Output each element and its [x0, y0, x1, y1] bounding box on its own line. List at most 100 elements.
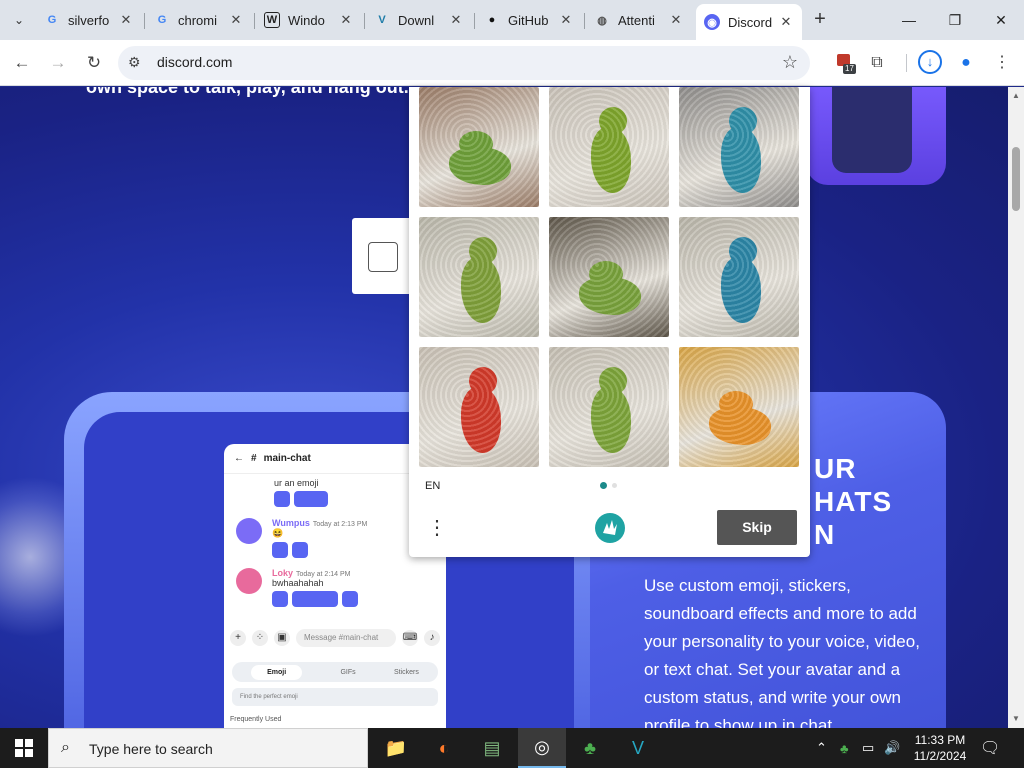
- url-text[interactable]: discord.com: [157, 54, 232, 70]
- page-dot-active: [600, 482, 607, 489]
- avatar: [236, 518, 262, 544]
- site-info-icon[interactable]: ⚙: [128, 54, 141, 71]
- reload-button[interactable]: ↻: [81, 50, 107, 76]
- scroll-down-icon[interactable]: ▼: [1012, 714, 1020, 723]
- profile-icon[interactable]: ●: [954, 51, 978, 75]
- browser-tab[interactable]: ◍ Attenti ✕: [586, 6, 692, 34]
- browser-tab[interactable]: W Windo ✕: [256, 6, 362, 34]
- forward-button[interactable]: →: [45, 50, 71, 76]
- page-scrollbar[interactable]: ▲ ▼: [1008, 87, 1024, 728]
- captcha-checkbox[interactable]: [368, 242, 398, 272]
- taskbar-search[interactable]: ⌕ Type here to search: [48, 728, 368, 768]
- tab-separator: [254, 13, 255, 29]
- tray-chevron-icon[interactable]: ⌃: [816, 728, 827, 768]
- volume-icon[interactable]: 🔊: [884, 728, 900, 768]
- tab-title: Attenti: [618, 12, 655, 28]
- browser-tab[interactable]: V Downl ✕: [366, 6, 472, 34]
- firefox-taskbar-icon[interactable]: ◐: [420, 728, 468, 768]
- captcha-image-tile[interactable]: [679, 347, 799, 467]
- noise-overlay: [549, 217, 669, 337]
- tab-close-icon[interactable]: ✕: [338, 12, 354, 28]
- bookmark-star-icon[interactable]: ☆: [782, 52, 798, 73]
- vs-app-taskbar-icon[interactable]: V: [614, 728, 662, 768]
- tab-close-icon[interactable]: ✕: [778, 14, 794, 30]
- people-app-taskbar-icon[interactable]: ♣: [566, 728, 614, 768]
- noise-overlay: [679, 217, 799, 337]
- tab-search-button[interactable]: ⌄: [6, 8, 32, 32]
- browser-tab[interactable]: ◉ Discord ✕: [696, 4, 802, 40]
- extensions-puzzle-icon[interactable]: ⧉: [865, 51, 889, 75]
- skip-button[interactable]: Skip: [717, 510, 797, 545]
- feature-description: Use custom emoji, stickers, soundboard e…: [644, 576, 920, 728]
- maximize-button[interactable]: ❐: [932, 6, 978, 34]
- toolbar-divider: [906, 54, 907, 72]
- start-button[interactable]: [0, 728, 48, 768]
- browser-tab[interactable]: Gsilverfo ✕: [36, 6, 142, 34]
- tab-close-icon[interactable]: ✕: [118, 12, 134, 28]
- mock-emoji-tabs: Emoji GIFs Stickers: [232, 662, 438, 682]
- feature-heading: UR HATS N: [814, 452, 892, 551]
- notifications-icon[interactable]: 🗨: [980, 738, 1000, 758]
- clock-time: 11:33 PM: [914, 733, 966, 747]
- tab-close-icon[interactable]: ✕: [228, 12, 244, 28]
- file-explorer-taskbar-icon[interactable]: 📁: [372, 728, 420, 768]
- hcaptcha-challenge: EN ⋮ Skip: [409, 87, 810, 557]
- tab-close-icon[interactable]: ✕: [448, 12, 464, 28]
- taskbar-search-placeholder: Type here to search: [89, 741, 213, 757]
- browser-menu-icon[interactable]: ⋮: [990, 51, 1014, 75]
- captcha-image-tile[interactable]: [419, 347, 539, 467]
- wikipedia-icon: W: [264, 12, 280, 28]
- mock-section-label: Frequently Used: [230, 716, 282, 723]
- scroll-up-icon[interactable]: ▲: [1012, 91, 1020, 100]
- mock-message: Loky Today at 2:14 PM bwhaahahah: [236, 568, 436, 607]
- close-window-button[interactable]: ✕: [978, 6, 1024, 34]
- search-icon: ⌕: [61, 739, 70, 756]
- tab-title: chromi: [178, 12, 218, 28]
- captcha-menu-button[interactable]: ⋮: [427, 515, 447, 541]
- noise-overlay: [419, 347, 539, 467]
- phone-illustration: [806, 87, 946, 185]
- chrome-taskbar-icon[interactable]: ◎: [518, 728, 566, 768]
- tab-strip: ⌄ Gsilverfo ✕ Gchromi ✕ W Windo ✕ V Downl ✕ ● GitHu…: [0, 0, 1024, 40]
- avatar: [236, 568, 262, 594]
- minimize-button[interactable]: —: [886, 6, 932, 34]
- new-tab-button[interactable]: +: [808, 8, 832, 32]
- gift-icon: ▣: [274, 630, 290, 646]
- browser-tab[interactable]: ● GitHub ✕: [476, 6, 582, 34]
- captcha-image-tile[interactable]: [549, 347, 669, 467]
- mock-tab: Emoji: [251, 664, 303, 680]
- browser-tab[interactable]: Gchromi ✕: [146, 6, 252, 34]
- taskbar: ⌕ Type here to search 📁 ◐ ▤ ◎ ♣ V ⌃ ♣ ▭ 🔊 11:…: [0, 728, 1024, 768]
- clock[interactable]: 11:33 PM 11/2/2024: [908, 732, 972, 764]
- network-icon[interactable]: ▭: [862, 728, 874, 768]
- message-body: Loky Today at 2:14 PM bwhaahahah: [272, 568, 436, 607]
- windows-logo-icon: [15, 739, 33, 757]
- emoji-icon: [292, 542, 308, 558]
- mock-message: Wumpus Today at 2:13 PM 😆: [236, 518, 436, 558]
- captcha-image-tile[interactable]: [679, 87, 799, 207]
- tab-separator: [584, 13, 585, 29]
- notepad-taskbar-icon[interactable]: ▤: [468, 728, 516, 768]
- scroll-thumb[interactable]: [1012, 147, 1020, 211]
- noise-overlay: [419, 217, 539, 337]
- address-bar[interactable]: ⚙ discord.com ☆: [118, 46, 810, 80]
- noise-overlay: [419, 87, 539, 207]
- download-icon[interactable]: ↓: [918, 50, 942, 74]
- captcha-image-tile[interactable]: [419, 87, 539, 207]
- google-icon: G: [47, 14, 57, 26]
- tab-separator: [144, 13, 145, 29]
- tab-close-icon[interactable]: ✕: [668, 12, 684, 28]
- captcha-image-tile[interactable]: [549, 217, 669, 337]
- captcha-image-tile[interactable]: [549, 87, 669, 207]
- captcha-image-tile[interactable]: [419, 217, 539, 337]
- google-icon: G: [157, 14, 167, 26]
- emoji-icon: [272, 591, 288, 607]
- extension-shield-icon[interactable]: 17: [832, 51, 856, 75]
- noise-overlay: [679, 87, 799, 207]
- captcha-image-tile[interactable]: [679, 217, 799, 337]
- tray-people-icon[interactable]: ♣: [840, 728, 849, 768]
- language-selector[interactable]: EN: [425, 480, 440, 492]
- tab-close-icon[interactable]: ✕: [558, 12, 574, 28]
- back-button[interactable]: ←: [9, 50, 35, 76]
- emoji-icon: [342, 591, 358, 607]
